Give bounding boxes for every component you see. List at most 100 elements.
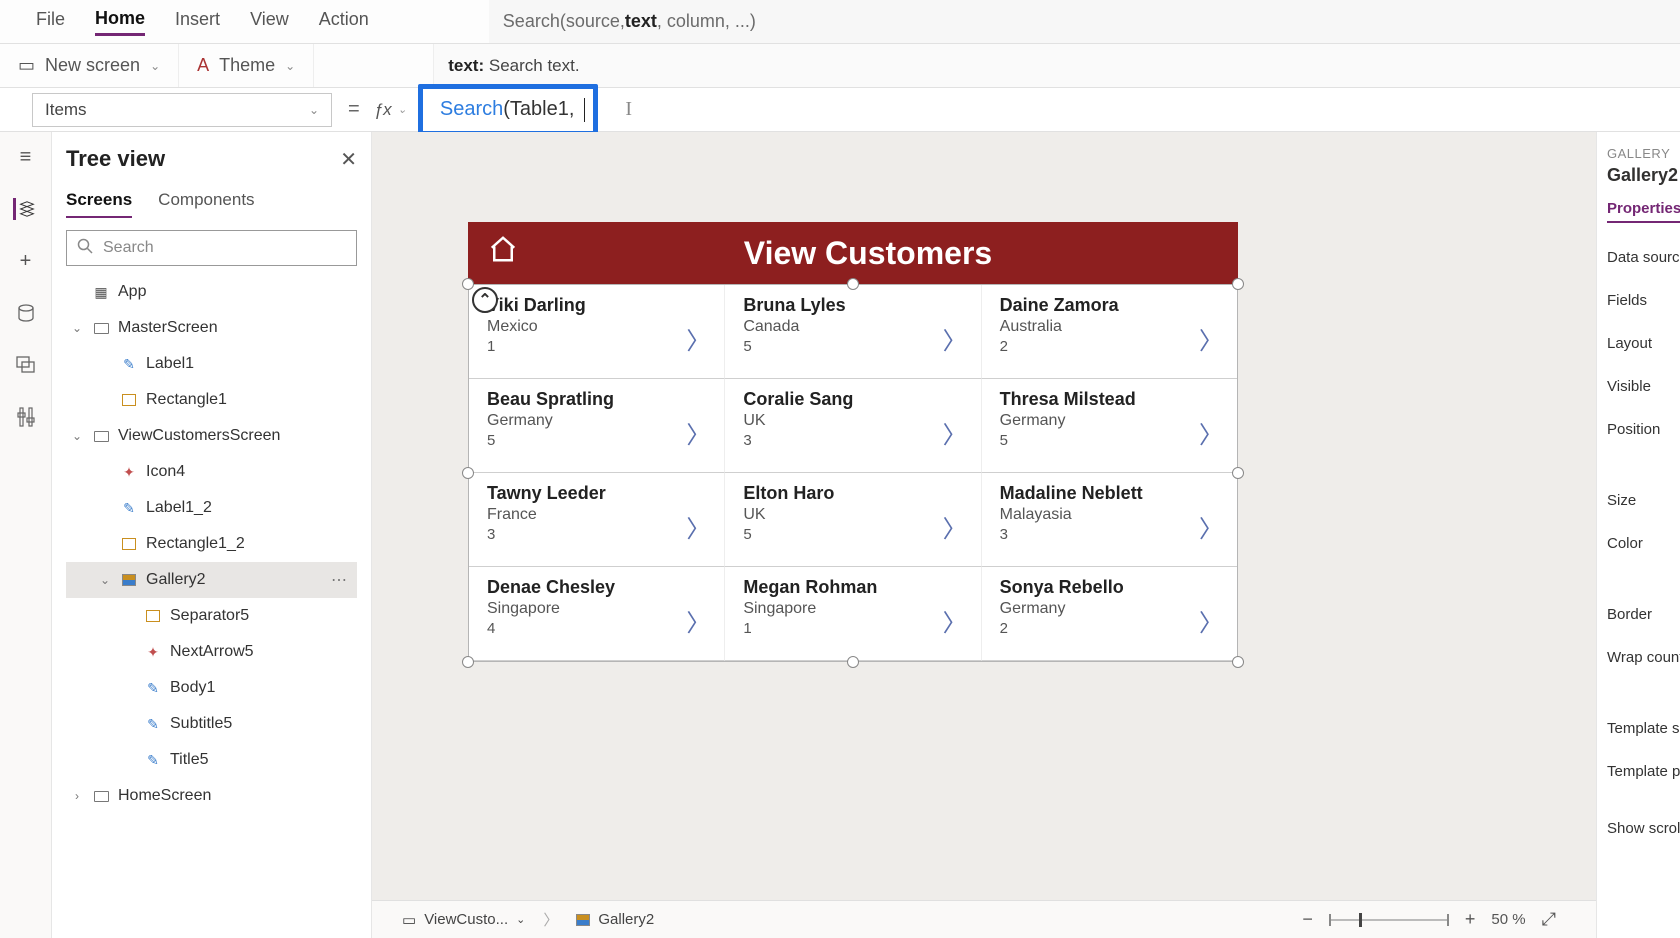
formula-function-token: Search (440, 98, 503, 121)
tree-tab-components[interactable]: Components (158, 190, 254, 218)
zoom-out-button[interactable]: − (1302, 909, 1313, 930)
expand-icon[interactable]: › (70, 789, 84, 803)
home-icon[interactable] (488, 234, 518, 272)
gallery-control[interactable]: Viki DarlingMexico1〉Bruna LylesCanada5〉D… (468, 284, 1238, 662)
property-row[interactable]: Data source (1607, 249, 1670, 266)
next-arrow-icon[interactable]: 〉 (686, 415, 710, 450)
advanced-tools-icon[interactable] (15, 406, 37, 428)
insert-icon[interactable]: + (15, 250, 37, 272)
fit-to-screen-icon[interactable]: ⤢ (1542, 909, 1556, 930)
gallery-item[interactable]: Elton HaroUK5〉 (725, 473, 981, 567)
tree-item[interactable]: › HomeScreen (66, 778, 357, 814)
theme-button[interactable]: A Theme ⌄ (179, 44, 314, 87)
data-icon[interactable] (15, 302, 37, 324)
tree-item[interactable]: ✎Title5 (66, 742, 357, 778)
next-arrow-icon[interactable]: 〉 (1199, 415, 1223, 450)
gallery-item[interactable]: Tawny LeederFrance3〉 (469, 473, 725, 567)
gallery-item[interactable]: Viki DarlingMexico1〉 (469, 285, 725, 379)
property-row[interactable]: Visible (1607, 378, 1670, 395)
next-arrow-icon[interactable]: 〉 (943, 509, 967, 544)
tree-item[interactable]: ✦Icon4 (66, 454, 357, 490)
properties-control-name[interactable]: Gallery2 (1607, 165, 1670, 186)
gallery-item[interactable]: Bruna LylesCanada5〉 (725, 285, 981, 379)
gallery-item-title: Thresa Milstead (1000, 389, 1223, 410)
ribbon-tab-action[interactable]: Action (319, 9, 369, 34)
tree-item[interactable]: ✎Label1 (66, 346, 357, 382)
media-icon[interactable] (15, 354, 37, 376)
close-icon[interactable]: ✕ (340, 147, 357, 172)
tree-item[interactable]: ⌄MasterScreen (66, 310, 357, 346)
tree-item-label: HomeScreen (118, 787, 211, 805)
tree-item[interactable]: ✎Body1 (66, 670, 357, 706)
property-selector-dropdown[interactable]: Items ⌄ (32, 93, 332, 127)
next-arrow-icon[interactable]: 〉 (686, 509, 710, 544)
property-row[interactable]: Layout (1607, 335, 1670, 352)
gallery-item[interactable]: Beau SpratlingGermany5〉 (469, 379, 725, 473)
next-arrow-icon[interactable]: 〉 (1199, 509, 1223, 544)
property-row[interactable]: Position (1607, 421, 1670, 438)
tree-view-icon[interactable] (13, 198, 35, 220)
next-arrow-icon[interactable]: 〉 (686, 603, 710, 638)
property-row[interactable]: Template size (1607, 720, 1670, 737)
property-row[interactable]: Size (1607, 492, 1670, 509)
gallery-item[interactable]: Madaline NeblettMalayasia3〉 (982, 473, 1237, 567)
gallery-item-subtitle: Singapore (743, 600, 966, 618)
gallery-item[interactable]: Denae ChesleySingapore4〉 (469, 567, 725, 661)
next-arrow-icon[interactable]: 〉 (686, 321, 710, 356)
app-header: View Customers (468, 222, 1238, 284)
gallery-item-title: Sonya Rebello (1000, 577, 1223, 598)
next-arrow-icon[interactable]: 〉 (943, 415, 967, 450)
property-row[interactable]: Border (1607, 606, 1670, 623)
zoom-slider[interactable] (1329, 919, 1449, 921)
tree-item[interactable]: ✎Subtitle5 (66, 706, 357, 742)
tree-item[interactable]: ✦NextArrow5 (66, 634, 357, 670)
tree-item[interactable]: Rectangle1 (66, 382, 357, 418)
formula-bar[interactable]: Search(Table1, I (422, 88, 1680, 131)
property-row[interactable]: Wrap count (1607, 649, 1670, 666)
next-arrow-icon[interactable]: 〉 (943, 321, 967, 356)
expand-icon[interactable]: ⌄ (70, 429, 84, 443)
property-row[interactable]: Color (1607, 535, 1670, 552)
expand-icon[interactable]: ⌄ (98, 573, 112, 587)
ribbon-tab-insert[interactable]: Insert (175, 9, 220, 34)
properties-tab[interactable]: Properties (1607, 200, 1680, 223)
gallery-item[interactable]: Daine ZamoraAustralia2〉 (982, 285, 1237, 379)
hamburger-icon[interactable]: ≡ (15, 146, 37, 168)
tree-item[interactable]: ▦App (66, 274, 357, 310)
zoom-in-button[interactable]: + (1465, 909, 1476, 930)
tree-item[interactable]: Rectangle1_2 (66, 526, 357, 562)
gallery-item[interactable]: Megan RohmanSingapore1〉 (725, 567, 981, 661)
tree-search-input[interactable]: Search (66, 230, 357, 266)
breadcrumb-gallery[interactable]: Gallery2 (576, 911, 654, 928)
expand-icon[interactable]: ⌄ (70, 321, 84, 335)
tree-item-label: Gallery2 (146, 571, 206, 589)
tree-item[interactable]: ⌄ViewCustomersScreen (66, 418, 357, 454)
property-row[interactable]: Fields (1607, 292, 1670, 309)
ribbon-tab-view[interactable]: View (250, 9, 289, 34)
breadcrumb-screen[interactable]: ▭ ViewCusto... ⌄ (402, 911, 525, 929)
tree-item[interactable]: Separator5 (66, 598, 357, 634)
error-badge-icon[interactable]: ⌃ (472, 287, 498, 313)
new-screen-button[interactable]: ▭ New screen ⌄ (0, 44, 179, 87)
next-arrow-icon[interactable]: 〉 (1199, 321, 1223, 356)
more-icon[interactable]: ⋯ (331, 570, 347, 590)
property-row[interactable]: Template pad (1607, 763, 1670, 780)
breadcrumb-separator: 〉 (543, 909, 558, 930)
gallery-item[interactable]: Coralie SangUK3〉 (725, 379, 981, 473)
fx-label[interactable]: ƒx⌄ (372, 88, 422, 131)
text-cursor-icon: I (625, 98, 632, 121)
ribbon-tab-home[interactable]: Home (95, 8, 145, 36)
gallery-item-body: 5 (1000, 432, 1223, 449)
tree-item[interactable]: ✎Label1_2 (66, 490, 357, 526)
formula-param-help: text: Search text. (434, 44, 1680, 87)
gallery-item[interactable]: Thresa MilsteadGermany5〉 (982, 379, 1237, 473)
next-arrow-icon[interactable]: 〉 (1199, 603, 1223, 638)
ribbon-tab-file[interactable]: File (36, 9, 65, 34)
gallery-item[interactable]: Sonya RebelloGermany2〉 (982, 567, 1237, 661)
gallery-item-title: Madaline Neblett (1000, 483, 1223, 504)
show-scrollbar-label[interactable]: Show scroll (1607, 820, 1670, 837)
tree-tab-screens[interactable]: Screens (66, 190, 132, 218)
gallery-item-body: 5 (743, 338, 966, 355)
tree-item[interactable]: ⌄ Gallery2 ⋯ (66, 562, 357, 598)
next-arrow-icon[interactable]: 〉 (943, 603, 967, 638)
